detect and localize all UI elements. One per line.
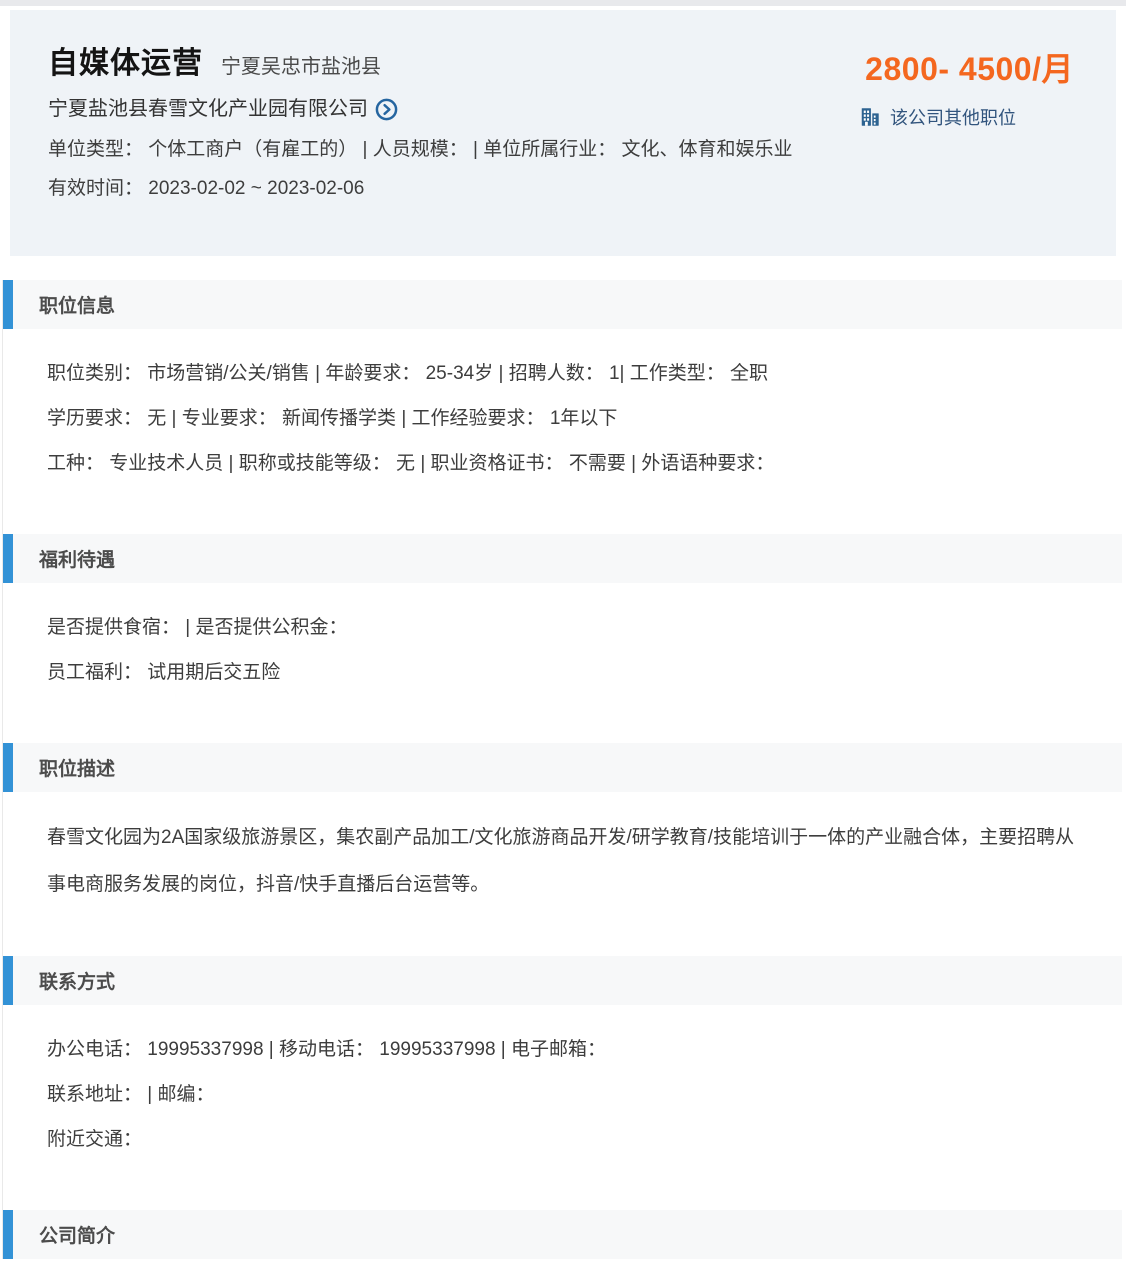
- job-title: 自媒体运营: [48, 46, 203, 82]
- job-header-card: 自媒体运营 宁夏吴忠市盐池县 宁夏盐池县春雪文化产业园有限公司 单位类型： 个体…: [10, 10, 1116, 256]
- other-jobs-link[interactable]: 该公司其他职位: [859, 104, 1016, 130]
- section-title: 公司简介: [3, 1210, 1122, 1259]
- job-description-paragraph: 春雪文化园为2A国家级旅游景区，集农副产品加工/文化旅游商品开发/研学教育/技能…: [47, 814, 1082, 908]
- job-header-left: 自媒体运营 宁夏吴忠市盐池县 宁夏盐池县春雪文化产业园有限公司 单位类型： 个体…: [48, 46, 793, 256]
- unit-meta-line: 单位类型： 个体工商户（有雇工的） | 人员规模： | 单位所属行业： 文化、体…: [48, 137, 793, 163]
- other-jobs-label: 该公司其他职位: [890, 104, 1016, 130]
- job-location: 宁夏吴忠市盐池县: [221, 49, 381, 85]
- sections-container: 职位信息 职位类别： 市场营销/公关/销售 | 年龄要求： 25-34岁 | 招…: [2, 280, 1122, 1259]
- section-line: 员工福利： 试用期后交五险: [47, 650, 1082, 695]
- section-line: 联系地址： | 邮编：: [47, 1072, 1082, 1117]
- section-line: 附近交通：: [47, 1117, 1082, 1162]
- job-header-right: 2800- 4500/月 该公司其他职位: [859, 46, 1074, 256]
- section-benefits: 福利待遇 是否提供食宿： | 是否提供公积金： 员工福利： 试用期后交五险: [3, 534, 1122, 719]
- circle-chevron-right-icon[interactable]: [375, 98, 398, 121]
- section-job-info: 职位信息 职位类别： 市场营销/公关/销售 | 年龄要求： 25-34岁 | 招…: [3, 280, 1122, 510]
- section-company-profile: 公司简介: [3, 1210, 1122, 1259]
- salary-text: 2800- 4500/月: [865, 50, 1074, 88]
- section-title: 职位描述: [3, 743, 1122, 792]
- buildings-icon: [859, 106, 881, 128]
- section-job-description: 职位描述 春雪文化园为2A国家级旅游景区，集农副产品加工/文化旅游商品开发/研学…: [3, 743, 1122, 932]
- section-line: 学历要求： 无 | 专业要求： 新闻传播学类 | 工作经验要求： 1年以下: [47, 396, 1082, 441]
- section-title: 联系方式: [3, 956, 1122, 1005]
- section-title: 职位信息: [3, 280, 1122, 329]
- section-line: 是否提供食宿： | 是否提供公积金：: [47, 605, 1082, 650]
- section-title: 福利待遇: [3, 534, 1122, 583]
- section-line: 职位类别： 市场营销/公关/销售 | 年龄要求： 25-34岁 | 招聘人数： …: [47, 351, 1082, 396]
- section-line: 办公电话： 19995337998 | 移动电话： 19995337998 | …: [47, 1027, 1082, 1072]
- company-name: 宁夏盐池县春雪文化产业园有限公司: [48, 95, 368, 123]
- section-contact: 联系方式 办公电话： 19995337998 | 移动电话： 199953379…: [3, 956, 1122, 1186]
- valid-period-line: 有效时间： 2023-02-02 ~ 2023-02-06: [48, 176, 793, 202]
- page-top-strip: [0, 0, 1126, 6]
- section-line: 工种： 专业技术人员 | 职称或技能等级： 无 | 职业资格证书： 不需要 | …: [47, 441, 1082, 486]
